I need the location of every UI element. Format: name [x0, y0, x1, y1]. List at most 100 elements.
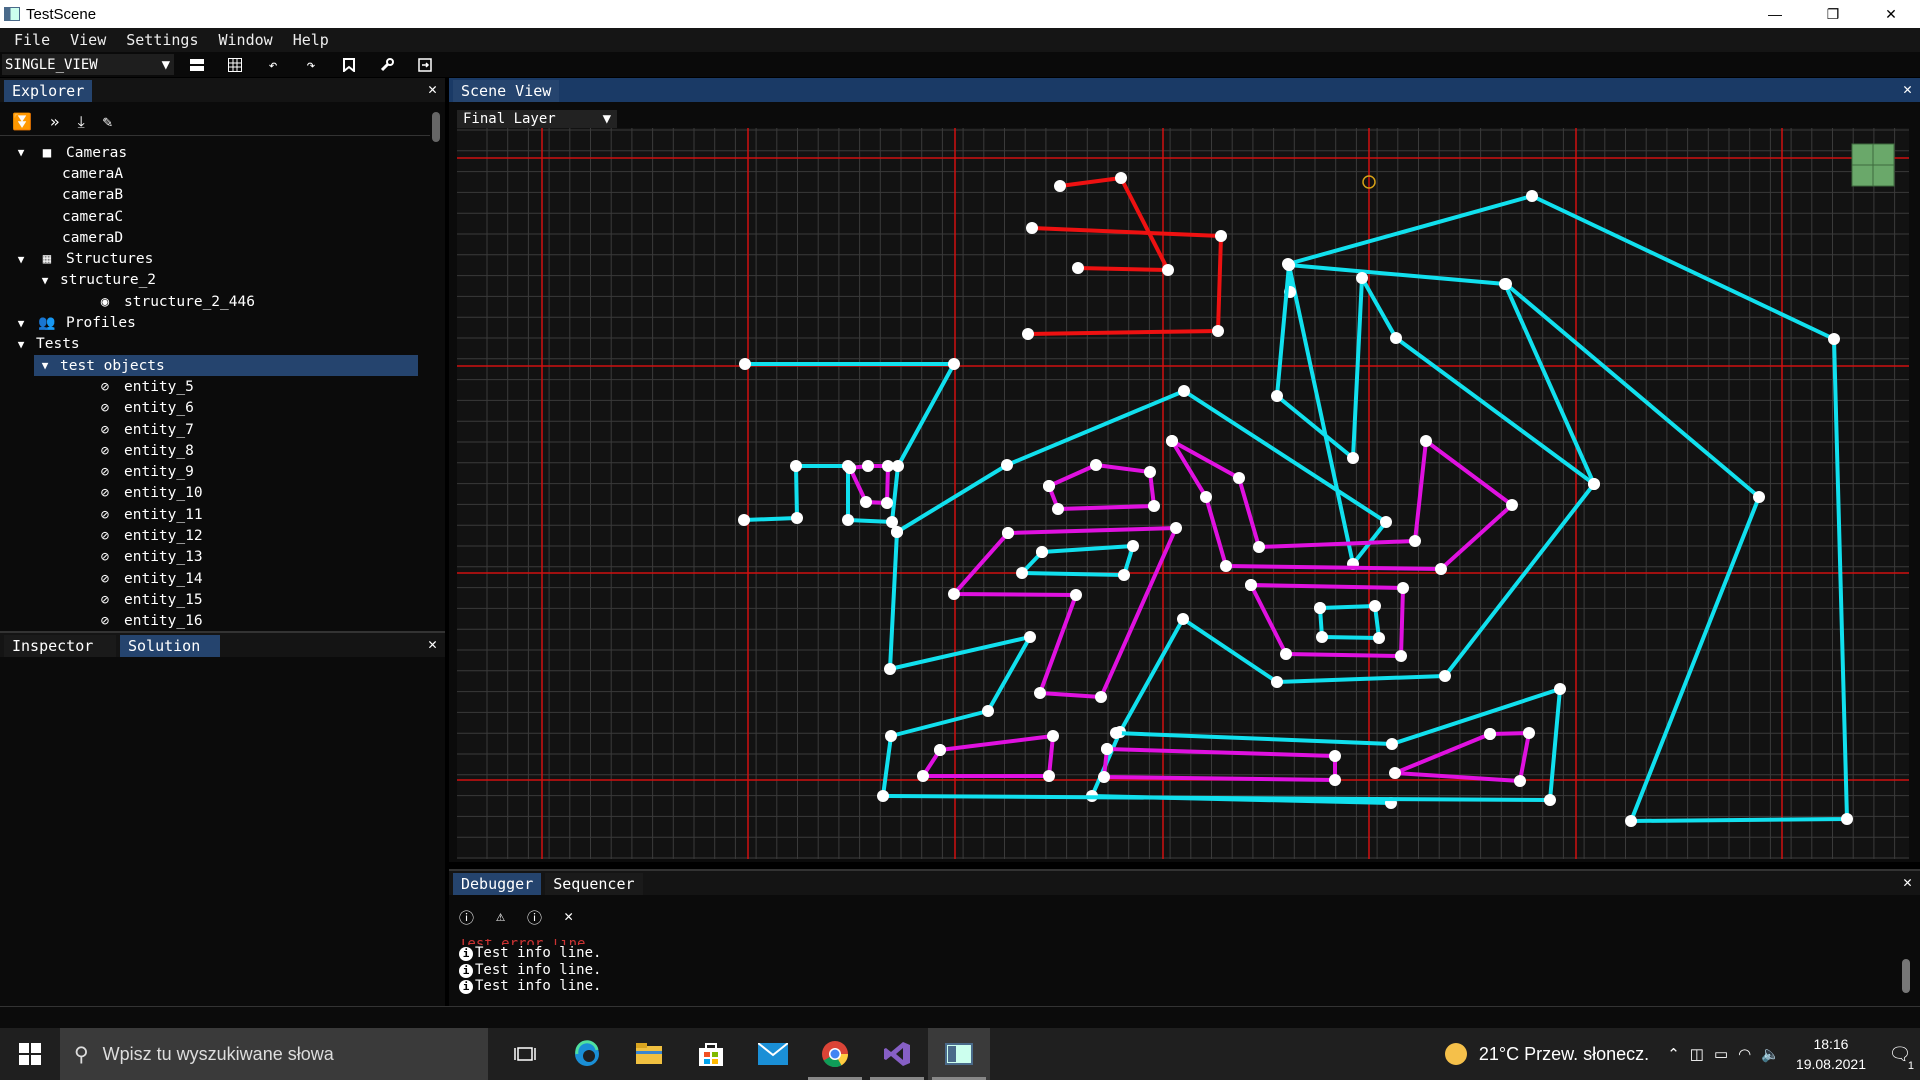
eye-hidden-icon[interactable]: ⊘ [94, 379, 116, 395]
tree-item[interactable]: ⊘ entity_7 [0, 419, 430, 440]
tree-item[interactable]: ▼ 👥 Profiles [0, 312, 430, 333]
tree-item[interactable]: cameraD [0, 227, 430, 248]
expand-arrow-icon[interactable]: ▼ [14, 317, 28, 330]
tree-item[interactable]: ▼ test objects [34, 354, 418, 377]
explorer-scrollbar[interactable] [430, 108, 442, 628]
eye-hidden-icon[interactable]: ⊘ [94, 507, 116, 523]
tree-item[interactable]: cameraB [0, 185, 430, 206]
tab-solution[interactable]: Solution [120, 635, 220, 657]
eye-icon[interactable]: ◉ [94, 294, 116, 310]
tree-item[interactable]: ⊘ entity_10 [0, 483, 430, 504]
minimize-button[interactable]: — [1746, 0, 1804, 28]
edit-icon[interactable]: ✎ [103, 112, 113, 131]
mail-icon[interactable] [742, 1028, 804, 1080]
scene-svg[interactable] [457, 128, 1909, 859]
error-filter-icon[interactable]: ⓘ [527, 907, 542, 928]
close-icon[interactable]: ✕ [428, 635, 437, 653]
tab-debugger[interactable]: Debugger [453, 873, 542, 895]
battery-icon[interactable]: ▭ [1714, 1045, 1728, 1063]
exit-icon[interactable] [410, 54, 440, 75]
tree-item[interactable]: ▼ Tests [0, 334, 430, 355]
menu-settings[interactable]: Settings [126, 31, 198, 49]
tree-item[interactable]: cameraC [0, 206, 430, 227]
scrollbar-thumb[interactable] [432, 112, 440, 142]
grid-layout-icon[interactable] [220, 54, 250, 75]
close-icon[interactable]: ✕ [1903, 873, 1912, 891]
tree-item[interactable]: ⊘ entity_11 [0, 504, 430, 525]
tree-item[interactable]: ⊘ entity_14 [0, 568, 430, 589]
weather-widget[interactable]: 21°C Przew. słonecz. [1444, 1043, 1649, 1065]
menu-view[interactable]: View [70, 31, 106, 49]
warning-filter-icon[interactable]: ⚠ [496, 907, 505, 928]
redo-icon[interactable]: ↷ [296, 54, 326, 75]
expand-arrow-icon[interactable]: ▼ [38, 359, 52, 372]
info-filter-icon[interactable]: ⓘ [459, 907, 474, 928]
chevron-up-icon[interactable]: ⌃ [1667, 1045, 1680, 1063]
expand-arrow-icon[interactable]: ▼ [38, 274, 52, 287]
scene-canvas[interactable] [457, 128, 1909, 859]
eye-hidden-icon[interactable]: ⊘ [94, 464, 116, 480]
taskbar-search[interactable]: ⚲ Wpisz tu wyszukiwane słowa [60, 1028, 488, 1080]
tree-item[interactable]: ⊘ entity_8 [0, 440, 430, 461]
eye-hidden-icon[interactable]: ⊘ [94, 592, 116, 608]
tree-item[interactable]: ⊘ entity_6 [0, 398, 430, 419]
tree-item[interactable]: ⊘ entity_12 [0, 525, 430, 546]
collapse-all-icon[interactable]: ⏬ [12, 112, 32, 131]
expand-arrow-icon[interactable]: ▼ [14, 146, 28, 159]
tree-item[interactable]: ▼ structure_2 [0, 270, 430, 291]
tab-explorer[interactable]: Explorer [4, 80, 93, 102]
edge-browser-icon[interactable] [556, 1028, 618, 1080]
restore-button[interactable]: ❐ [1804, 0, 1862, 28]
tree-item[interactable]: ⊘ entity_9 [0, 461, 430, 482]
expand-arrow-icon[interactable]: ▼ [14, 253, 28, 266]
notification-center-icon[interactable]: 🗨 1 [1880, 1028, 1920, 1080]
wifi-icon[interactable]: ◠ [1738, 1045, 1751, 1063]
file-explorer-icon[interactable] [618, 1028, 680, 1080]
eye-hidden-icon[interactable]: ⊘ [94, 528, 116, 544]
start-button[interactable] [0, 1028, 60, 1080]
clear-icon[interactable]: ✕ [564, 907, 573, 928]
view-mode-select[interactable]: SINGLE_VIEW ▼ [2, 54, 174, 75]
eye-hidden-icon[interactable]: ⊘ [94, 613, 116, 629]
undo-icon[interactable]: ↶ [258, 54, 288, 75]
close-icon[interactable]: ✕ [428, 80, 437, 98]
eye-hidden-icon[interactable]: ⊘ [94, 422, 116, 438]
microsoft-store-icon[interactable] [680, 1028, 742, 1080]
menu-file[interactable]: File [14, 31, 50, 49]
volume-icon[interactable]: 🔈 [1761, 1045, 1780, 1063]
task-view-icon[interactable] [494, 1028, 556, 1080]
eye-hidden-icon[interactable]: ⊘ [94, 400, 116, 416]
eye-hidden-icon[interactable]: ⊘ [94, 549, 116, 565]
clock[interactable]: 18:16 19.08.2021 [1796, 1034, 1866, 1074]
meet-now-icon[interactable]: ◫ [1690, 1045, 1704, 1063]
tree-item[interactable]: ⊘ entity_5 [0, 376, 430, 397]
menu-window[interactable]: Window [219, 31, 273, 49]
tree-item[interactable]: ▼ ▦ Structures [0, 248, 430, 269]
tree-item[interactable]: ⊘ entity_16 [0, 611, 430, 632]
debugger-scrollbar[interactable] [1902, 959, 1910, 993]
tab-scene-view[interactable]: Scene View [453, 80, 560, 102]
testscene-app-icon[interactable] [928, 1028, 990, 1080]
menu-help[interactable]: Help [293, 31, 329, 49]
close-icon[interactable]: ✕ [1903, 80, 1912, 98]
tree-item[interactable]: cameraA [0, 163, 430, 184]
tab-inspector[interactable]: Inspector [4, 635, 116, 657]
tree-item[interactable]: ⊘ entity_13 [0, 547, 430, 568]
chrome-icon[interactable] [804, 1028, 866, 1080]
single-layout-icon[interactable] [182, 54, 212, 75]
bookmark-icon[interactable] [334, 54, 364, 75]
eye-hidden-icon[interactable]: ⊘ [94, 443, 116, 459]
visual-studio-icon[interactable] [866, 1028, 928, 1080]
eye-hidden-icon[interactable]: ⊘ [94, 571, 116, 587]
tree-item[interactable]: ⊘ entity_15 [0, 589, 430, 610]
close-button[interactable]: ✕ [1862, 0, 1920, 28]
tree-item[interactable]: ◉ structure_2_446 [0, 291, 430, 312]
tab-sequencer[interactable]: Sequencer [545, 873, 643, 895]
eye-hidden-icon[interactable]: ⊘ [94, 485, 116, 501]
download-icon[interactable]: ⤓ [78, 112, 85, 132]
expand-arrow-icon[interactable]: ▼ [14, 338, 28, 351]
wrench-icon[interactable] [372, 54, 402, 75]
expand-all-icon[interactable]: » [50, 112, 60, 131]
layer-select[interactable]: Final Layer ▼ [457, 110, 617, 128]
tree-item[interactable]: ▼ ■ Cameras [0, 142, 430, 163]
